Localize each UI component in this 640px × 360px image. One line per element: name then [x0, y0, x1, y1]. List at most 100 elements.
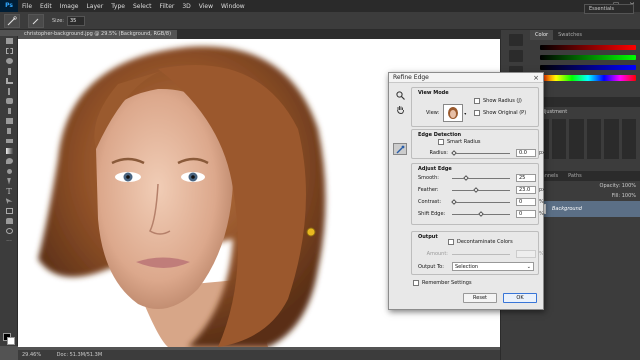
shift-edge-slider-handle[interactable]: [478, 210, 484, 217]
shift-edge-input[interactable]: 0: [516, 210, 536, 218]
smart-radius-checkbox[interactable]: [438, 139, 444, 145]
hand-icon[interactable]: [393, 103, 407, 115]
smooth-input[interactable]: 25: [516, 174, 536, 182]
show-original-row[interactable]: Show Original (P): [474, 110, 526, 116]
decontaminate-checkbox[interactable]: [448, 239, 454, 245]
dodge-tool-icon[interactable]: [0, 166, 18, 176]
marquee-tool-icon[interactable]: [0, 46, 18, 56]
view-label: View:: [426, 110, 440, 116]
more-tools-icon[interactable]: ···: [0, 236, 18, 246]
opacity-input[interactable]: 100%: [622, 183, 636, 189]
levels-icon[interactable]: [551, 119, 566, 159]
menu-select[interactable]: Select: [129, 3, 156, 10]
contrast-slider-handle[interactable]: [451, 198, 457, 205]
decontaminate-row[interactable]: Decontaminate Colors: [448, 239, 513, 245]
view-thumbnail-select[interactable]: [443, 104, 464, 122]
history-panel-icon[interactable]: [508, 34, 523, 46]
smooth-slider-handle[interactable]: [463, 174, 469, 181]
rectangle-tool-icon[interactable]: [0, 206, 18, 216]
smooth-slider[interactable]: [452, 174, 510, 181]
vibrance-icon[interactable]: [604, 119, 619, 159]
show-original-checkbox[interactable]: [474, 110, 480, 116]
feather-slider[interactable]: [452, 186, 510, 193]
tab-color[interactable]: Color: [530, 30, 554, 40]
fill-row: Fill: 100%: [530, 191, 640, 201]
refine-radius-brush-icon[interactable]: [393, 143, 407, 155]
green-slider[interactable]: [540, 55, 636, 60]
quick-selection-tool-icon[interactable]: [4, 13, 20, 28]
remember-settings-checkbox[interactable]: [413, 280, 419, 286]
properties-panel-icon[interactable]: [508, 50, 523, 62]
contrast-input[interactable]: 0: [516, 198, 536, 206]
shift-edge-slider[interactable]: [452, 210, 510, 217]
exposure-icon[interactable]: [586, 119, 601, 159]
menu-layer[interactable]: Layer: [82, 3, 107, 10]
clone-stamp-tool-icon[interactable]: [0, 116, 18, 126]
show-radius-row[interactable]: Show Radius (J): [474, 98, 522, 104]
color-sliders: [530, 45, 640, 91]
curves-icon[interactable]: [569, 119, 584, 159]
shift-edge-row: Shift Edge: 0 %: [418, 210, 544, 218]
menu-file[interactable]: File: [18, 3, 36, 10]
zoom-level[interactable]: 29.46%: [22, 352, 41, 358]
radius-slider[interactable]: [451, 149, 510, 156]
show-radius-checkbox[interactable]: [474, 98, 480, 104]
history-brush-tool-icon[interactable]: [0, 126, 18, 136]
chevron-down-icon[interactable]: ▾: [464, 111, 466, 116]
healing-brush-tool-icon[interactable]: [0, 96, 18, 106]
pen-tool-icon[interactable]: [0, 176, 18, 186]
type-tool-icon[interactable]: T: [0, 186, 18, 196]
menu-filter[interactable]: Filter: [156, 3, 179, 10]
red-slider[interactable]: [540, 45, 636, 50]
lasso-tool-icon[interactable]: [0, 56, 18, 66]
zoom-tool-icon[interactable]: [0, 226, 18, 236]
gradient-tool-icon[interactable]: [0, 146, 18, 156]
menu-3d[interactable]: 3D: [178, 3, 194, 10]
eraser-tool-icon[interactable]: [0, 136, 18, 146]
menu-edit[interactable]: Edit: [36, 3, 56, 10]
foreground-background-colors[interactable]: [3, 333, 15, 345]
move-tool-icon[interactable]: [0, 36, 18, 46]
color-ramp[interactable]: [540, 75, 636, 81]
workspace-select[interactable]: Essentials: [584, 4, 634, 14]
menu-type[interactable]: Type: [107, 3, 129, 10]
output-to-select[interactable]: Selection ⌄: [452, 262, 534, 271]
layer-row-background[interactable]: Background: [530, 201, 640, 217]
add-selection-icon[interactable]: [28, 13, 44, 28]
size-input[interactable]: 35: [66, 15, 85, 26]
document-tab[interactable]: christopher-background.jpg @ 29.5% (Back…: [18, 30, 178, 39]
reset-button[interactable]: Reset: [463, 293, 497, 303]
opacity-label: Opacity:: [599, 183, 621, 189]
tab-paths[interactable]: Paths: [563, 171, 587, 181]
contrast-slider[interactable]: [451, 198, 510, 205]
output-to-label: Output To:: [418, 263, 444, 270]
radius-slider-handle[interactable]: [451, 149, 457, 156]
feather-slider-handle[interactable]: [473, 186, 479, 193]
smart-radius-row[interactable]: Smart Radius: [438, 139, 480, 145]
hue-saturation-icon[interactable]: [621, 119, 636, 159]
blur-tool-icon[interactable]: [0, 156, 18, 166]
layer-name: Background: [552, 206, 582, 212]
crop-tool-icon[interactable]: [0, 76, 18, 86]
edge-detection-title: Edge Detection: [418, 132, 462, 138]
menu-window[interactable]: Window: [217, 3, 249, 10]
ok-button[interactable]: OK: [503, 293, 537, 303]
menu-bar: Ps File Edit Image Layer Type Select Fil…: [0, 0, 640, 12]
background-color[interactable]: [7, 337, 15, 345]
radius-input[interactable]: 0.0: [516, 149, 536, 157]
path-selection-tool-icon[interactable]: [0, 196, 18, 206]
close-icon[interactable]: ×: [533, 73, 539, 83]
remember-settings-row[interactable]: Remember Settings: [413, 280, 472, 286]
menu-view[interactable]: View: [195, 3, 217, 10]
eyedropper-tool-icon[interactable]: [0, 86, 18, 96]
menu-image[interactable]: Image: [56, 3, 83, 10]
tab-swatches[interactable]: Swatches: [553, 30, 587, 40]
feather-input[interactable]: 23.0: [516, 186, 536, 194]
zoom-icon[interactable]: [393, 89, 407, 101]
quick-select-tool-icon[interactable]: [0, 66, 18, 76]
tools-panel: T ···: [0, 36, 18, 346]
brush-tool-icon[interactable]: [0, 106, 18, 116]
hand-tool-icon[interactable]: [0, 216, 18, 226]
blue-slider[interactable]: [540, 65, 636, 70]
fill-input[interactable]: 100%: [622, 193, 636, 199]
